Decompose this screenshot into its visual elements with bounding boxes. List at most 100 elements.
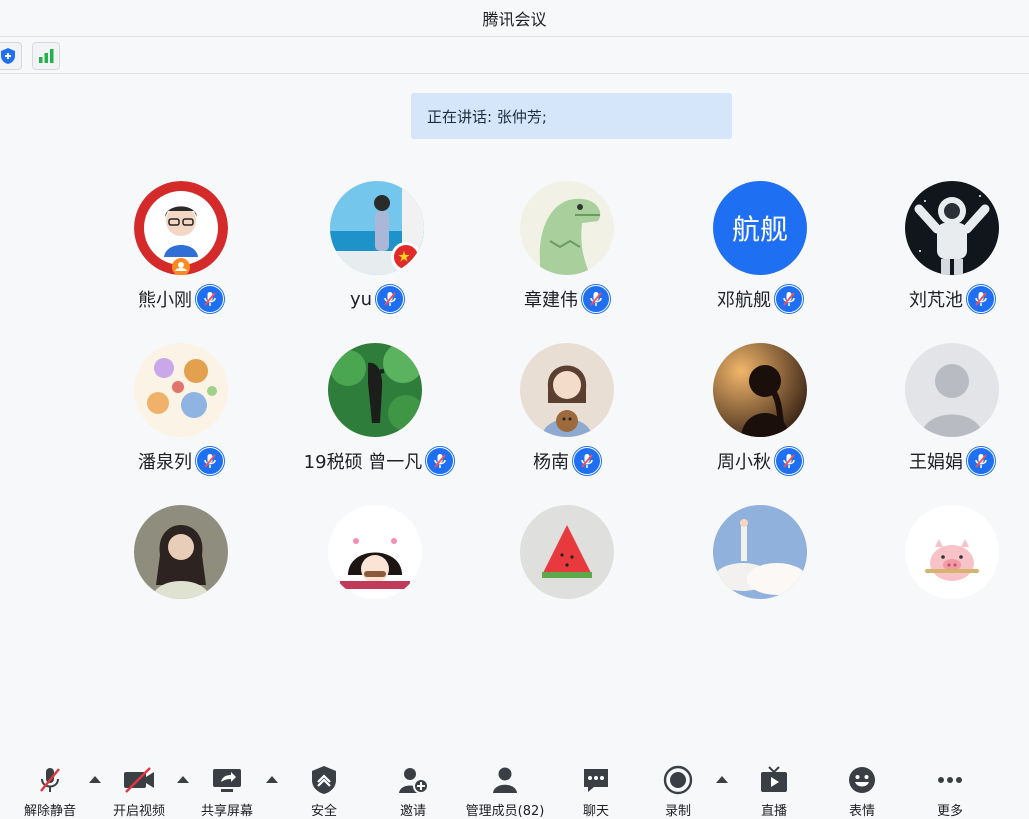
participant-tile[interactable]: 航舰 邓航舰 [685,181,835,321]
audio-options-caret-icon[interactable] [89,776,101,783]
video-options-caret-icon[interactable] [177,776,189,783]
reactions-button[interactable]: 表情 [842,764,882,819]
mic-muted-icon [376,285,405,313]
share-screen-button[interactable]: 共享屏幕 [196,764,258,819]
mic-muted-icon [775,447,803,475]
mic-muted-icon [196,447,224,475]
participant-name: 章建伟 [524,290,578,311]
participant-tile[interactable] [106,505,256,645]
participant-name: yu [349,288,373,310]
invite-user-icon [396,764,430,796]
participant-name-row: 潘泉列 [106,446,256,476]
more-label: 更多 [936,804,963,819]
mic-muted-icon [573,447,601,475]
status-bar [0,37,1029,74]
avatar [328,505,422,599]
record-options-caret-icon[interactable] [716,776,728,783]
start-video-button[interactable]: 开启视频 [108,764,170,819]
participant-name: 19税硕 曾一凡 [303,452,423,473]
participant-tile[interactable] [685,505,835,645]
mic-muted-icon [967,285,995,313]
participant-name: 刘芃池 [909,290,963,311]
participant-tile[interactable] [492,505,642,645]
participant-tile[interactable]: 周小秋 [685,343,835,483]
unmute-label: 解除静音 [23,804,76,819]
participant-tile[interactable]: 王娟娟 [877,343,1027,483]
participant-name: 潘泉列 [138,452,192,473]
network-signal-icon[interactable] [32,42,60,70]
avatar [330,181,424,275]
avatar [905,505,999,599]
chat-label: 聊天 [582,804,609,819]
avatar [134,343,228,437]
mic-muted-icon [775,285,803,313]
chat-button[interactable]: 聊天 [576,764,616,819]
members-icon [488,764,522,796]
participant-name-row: 刘芃池 [877,284,1027,314]
share-options-caret-icon[interactable] [266,776,278,783]
avatar [520,505,614,599]
avatar [328,343,422,437]
meeting-toolbar: 解除静音 开启视频 共享屏幕 安全 邀请 管理成员(82) 聊天 录制 直播 表… [0,754,1029,819]
share-screen-label: 共享屏幕 [200,804,253,819]
live-stream-label: 直播 [760,804,787,819]
security-button[interactable]: 安全 [304,764,344,819]
avatar [713,505,807,599]
security-shield-icon[interactable] [0,42,22,70]
participant-name: 杨南 [533,452,569,473]
participant-name: 周小秋 [717,452,771,473]
participant-name-row: 邓航舰 [685,284,835,314]
participant-name-row: 周小秋 [685,446,835,476]
video-off-icon [122,764,156,796]
speaking-text: 正在讲话: 张仲芳; [427,107,547,126]
participant-tile[interactable]: 熊小刚 [106,181,256,321]
avatar: 航舰 [713,181,807,275]
participant-tile[interactable] [877,505,1027,645]
unmute-button[interactable]: 解除静音 [20,764,80,819]
participant-tile[interactable]: 刘芃池 [877,181,1027,321]
title-bar: 腾讯会议 [0,0,1029,37]
share-screen-icon [210,764,244,796]
live-stream-button[interactable]: 直播 [754,764,794,819]
speaking-indicator-banner: 正在讲话: 张仲芳; [411,93,732,139]
participant-name-row: 熊小刚 [106,284,256,314]
avatar [905,343,999,437]
participant-name: 邓航舰 [717,290,771,311]
invite-label: 邀请 [399,804,426,819]
security-label: 安全 [310,804,337,819]
participant-name-row: 王娟娟 [877,446,1027,476]
avatar [134,181,228,275]
participant-name-row: 杨南 [492,446,642,476]
manage-members-label: 管理成员(82) [465,804,545,819]
mic-off-icon [33,764,67,796]
invite-button[interactable]: 邀请 [393,764,433,819]
participant-tile[interactable]: 杨南 [492,343,642,483]
emoji-smile-icon [845,764,879,796]
participant-tile[interactable] [299,505,449,645]
avatar [905,181,999,275]
participant-tile[interactable]: 潘泉列 [106,343,256,483]
live-stream-icon [757,764,791,796]
participant-name-row: yu [302,284,452,314]
participant-tile[interactable]: yu [302,181,452,321]
security-shield-icon [307,764,341,796]
record-button[interactable]: 录制 [658,764,698,819]
participant-tile[interactable]: 19税硕 曾一凡 [299,343,459,483]
reactions-label: 表情 [848,804,875,819]
mic-muted-icon [426,447,455,475]
start-video-label: 开启视频 [112,804,165,819]
mic-muted-icon [967,447,995,475]
participant-name: 王娟娟 [909,452,963,473]
manage-members-button[interactable]: 管理成员(82) [462,764,548,819]
participant-name-row: 章建伟 [492,284,642,314]
chat-bubble-icon [579,764,613,796]
participant-tile[interactable]: 章建伟 [492,181,642,321]
avatar [134,505,228,599]
avatar [713,343,807,437]
record-label: 录制 [664,804,691,819]
more-button[interactable]: 更多 [930,764,970,819]
window-title: 腾讯会议 [482,10,547,29]
participant-name-row: 19税硕 曾一凡 [299,446,459,476]
avatar-initials: 航舰 [731,213,788,246]
mic-muted-icon [196,285,224,313]
